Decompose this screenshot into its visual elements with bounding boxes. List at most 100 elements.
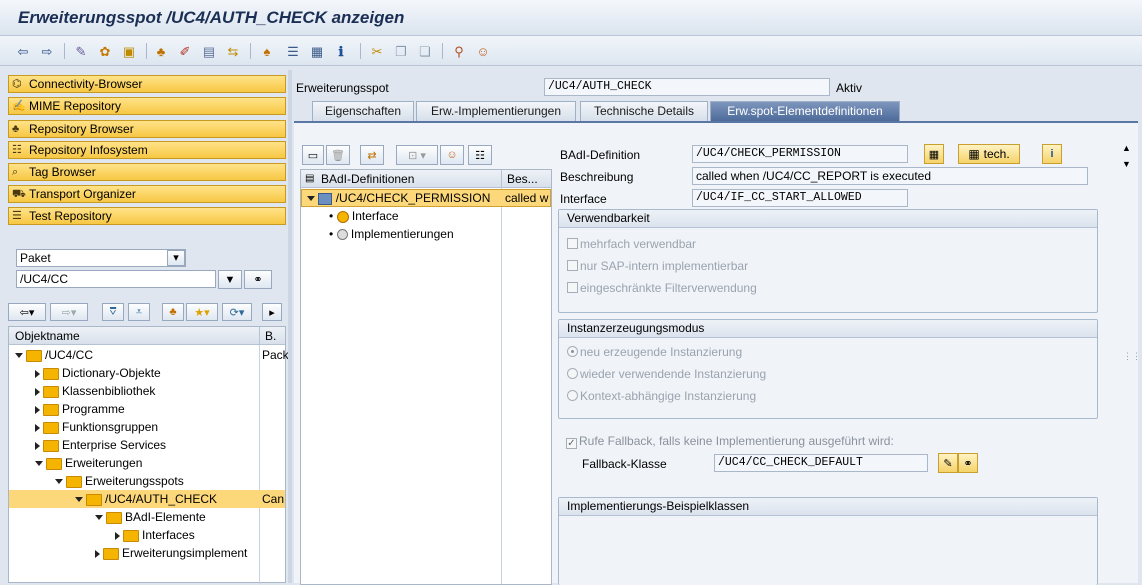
where-used-icon[interactable]: ⚲ <box>450 42 468 60</box>
edit-icon[interactable]: ✎ <box>72 42 90 60</box>
tab-eigenschaften[interactable]: Eigenschaften <box>312 101 414 121</box>
vertical-scrollbar[interactable]: ▲ ▼ ⋮⋮ <box>1120 141 1134 585</box>
hierarchy-icon[interactable]: ♣ <box>152 42 170 60</box>
description-field[interactable]: called when /UC4/CC_REPORT is executed <box>692 167 1088 185</box>
tree-node[interactable]: Erweiterungsspots <box>55 472 184 490</box>
display-icon[interactable]: ▦ <box>924 144 944 164</box>
mime-repository-button[interactable]: ✍MIME Repository <box>8 97 286 115</box>
back-icon[interactable]: ⇦ <box>14 42 32 60</box>
tree-icon[interactable]: ♠ <box>258 42 276 60</box>
badi-root-node[interactable]: /UC4/CHECK_PERMISSION <box>307 189 490 207</box>
radio-button[interactable] <box>567 390 578 401</box>
tree-node[interactable]: Dictionary-Objekte <box>35 364 161 382</box>
connectivity-browser-button[interactable]: ⌬Connectivity-Browser <box>8 75 286 93</box>
tree-node[interactable]: Funktionsgruppen <box>35 418 158 436</box>
badi-definition-field[interactable]: /UC4/CHECK_PERMISSION <box>692 145 908 163</box>
spot-name-field[interactable]: /UC4/AUTH_CHECK <box>544 78 830 96</box>
option-nur-sap-intern[interactable]: nur SAP-intern implementierbar <box>567 258 748 274</box>
list-icon[interactable]: ☰ <box>284 42 302 60</box>
checkbox[interactable] <box>567 238 578 249</box>
refresh-button[interactable]: ⟳▾ <box>222 303 252 321</box>
radio-button[interactable] <box>567 368 578 379</box>
tree-back-button[interactable]: ⇦▾ <box>8 303 46 321</box>
column-divider <box>259 345 260 584</box>
radio-button[interactable] <box>567 346 578 357</box>
copy-icon[interactable]: ❐ <box>392 42 410 60</box>
tree-node[interactable]: /UC4/AUTH_CHECK <box>75 490 217 508</box>
badi-child-interface[interactable]: • Interface <box>329 207 399 225</box>
filter-dropdown[interactable]: ⊡ ▾ <box>396 145 438 165</box>
scroll-down-icon[interactable]: ▼ <box>1122 159 1131 169</box>
column-header-bes[interactable]: Bes... <box>507 172 538 186</box>
transport-organizer-button[interactable]: ⛟Transport Organizer <box>8 185 286 203</box>
option-wieder-verwendende[interactable]: wieder verwendende Instanzierung <box>567 366 766 382</box>
expand-icon[interactable]: ⩢ <box>102 303 124 321</box>
tab-erw-spot-elementdefinitionen[interactable]: Erw.spot-Elementdefinitionen <box>710 101 900 121</box>
object-type-select[interactable]: Paket ▾ <box>16 249 186 267</box>
print-icon[interactable]: ▤ <box>200 42 218 60</box>
info-icon[interactable]: i <box>1042 144 1062 164</box>
transfer-icon[interactable]: ⇄ <box>360 145 384 165</box>
checkbox-checked[interactable]: ✓ <box>566 438 577 449</box>
activate-icon[interactable]: ✿ <box>96 42 114 60</box>
table-icon[interactable]: ▦ <box>308 42 326 60</box>
scroll-grip-icon[interactable]: ⋮⋮ <box>1123 351 1141 362</box>
favorites-button[interactable]: ★▾ <box>186 303 218 321</box>
repository-infosystem-button[interactable]: ☷Repository Infosystem <box>8 141 286 159</box>
column-header-b[interactable]: B. <box>265 329 276 343</box>
list-icon[interactable]: ☷ <box>468 145 492 165</box>
tab-erw-implementierungen[interactable]: Erw.-Implementierungen <box>416 101 576 121</box>
fallback-class-field[interactable]: /UC4/CC_CHECK_DEFAULT <box>714 454 928 472</box>
tree-node[interactable]: Programme <box>35 400 125 418</box>
tree-forward-button[interactable]: ⇨▾ <box>50 303 88 321</box>
tech-button[interactable]: ▦tech. <box>958 144 1020 164</box>
option-neu-erzeugende[interactable]: neu erzeugende Instanzierung <box>567 344 742 360</box>
tree-node[interactable]: /UC4/CC <box>15 346 93 364</box>
collapse-icon[interactable]: ⩡ <box>128 303 150 321</box>
tree-node[interactable]: Erweiterungen <box>35 454 142 472</box>
option-kontext-abhaengige[interactable]: Kontext-abhängige Instanzierung <box>567 388 756 404</box>
chevron-down-icon[interactable]: ▾ <box>167 250 185 266</box>
users-icon[interactable]: ☺ <box>474 42 492 60</box>
tree-node[interactable]: Klassenbibliothek <box>35 382 155 400</box>
new-icon[interactable]: ▭ <box>302 145 324 165</box>
checkbox[interactable] <box>567 260 578 271</box>
badi-child-implementierungen[interactable]: • Implementierungen <box>329 225 454 243</box>
repository-browser-button[interactable]: ♣Repository Browser <box>8 120 286 138</box>
tree-node[interactable]: Interfaces <box>115 526 195 544</box>
info-icon[interactable]: ℹ <box>332 42 350 60</box>
forward-icon[interactable]: ⇨ <box>38 42 56 60</box>
option-eingeschraenkte-filter[interactable]: eingeschränkte Filterverwendung <box>567 280 757 296</box>
checkbox[interactable] <box>567 282 578 293</box>
scroll-up-icon[interactable]: ▲ <box>1122 143 1131 153</box>
folder-icon <box>43 440 59 452</box>
tree-node[interactable]: Enterprise Services <box>35 436 166 454</box>
object-name-input[interactable]: /UC4/CC <box>16 270 216 288</box>
tree-node[interactable]: BAdI-Elemente <box>95 508 206 526</box>
transport-icon[interactable]: ⇆ <box>224 42 242 60</box>
option-mehrfach-verwendbar[interactable]: mehrfach verwendbar <box>567 236 696 252</box>
separator <box>360 43 361 59</box>
column-header-badi-definitionen[interactable]: BAdI-Definitionen <box>321 172 414 186</box>
display-object-button[interactable]: ⚭ <box>244 270 272 289</box>
pencil-icon[interactable]: ✎ <box>938 453 958 473</box>
fallback-class-label: Fallback-Klasse <box>582 457 667 471</box>
users-icon[interactable]: ☺ <box>440 145 464 165</box>
interface-field[interactable]: /UC4/IF_CC_START_ALLOWED <box>692 189 908 207</box>
column-header-objektname[interactable]: Objektname <box>15 329 80 343</box>
hierarchy-icon[interactable]: ♣ <box>162 303 184 321</box>
tree-node[interactable]: Erweiterungsimplement <box>95 544 259 562</box>
paste-icon[interactable]: ❏ <box>416 42 434 60</box>
trash-icon[interactable]: 🗑 <box>326 145 350 165</box>
tag-browser-button[interactable]: ⌕Tag Browser <box>8 163 286 181</box>
splitter[interactable] <box>288 70 292 583</box>
dropdown-button[interactable]: ▼ <box>218 270 242 289</box>
fallback-checkbox-row[interactable]: ✓Rufe Fallback, falls keine Implementier… <box>566 433 894 449</box>
pencil-icon[interactable]: ✐ <box>176 42 194 60</box>
tab-technische-details[interactable]: Technische Details <box>580 101 708 121</box>
more-icon[interactable]: ▸ <box>262 303 282 321</box>
glasses-icon[interactable]: ⚭ <box>958 453 978 473</box>
display-icon[interactable]: ▣ <box>120 42 138 60</box>
cut-icon[interactable]: ✂ <box>368 42 386 60</box>
test-repository-button[interactable]: ☰Test Repository <box>8 207 286 225</box>
